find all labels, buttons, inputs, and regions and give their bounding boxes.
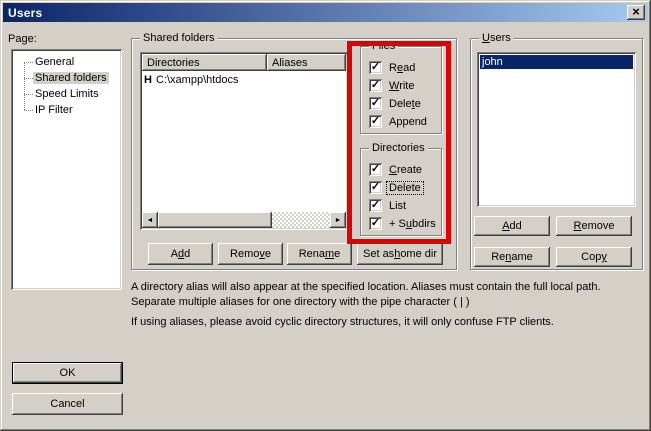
tree-item-label: IP Filter bbox=[33, 104, 75, 116]
alias-notes: A directory alias will also appear at th… bbox=[131, 280, 647, 330]
option-read: ✓ Read bbox=[369, 61, 437, 74]
users-legend: Users bbox=[479, 32, 514, 44]
create-label: Create bbox=[387, 164, 424, 176]
tree-branch-line bbox=[24, 110, 33, 111]
directories-legend: Directories bbox=[369, 142, 428, 154]
arrow-left-icon: ◄ bbox=[147, 217, 154, 224]
list-label: List bbox=[387, 200, 408, 212]
users-dialog: Users × Page: General Shared folders Spe… bbox=[0, 0, 651, 431]
user-copy-button[interactable]: Copy bbox=[556, 247, 632, 267]
tree-item-label: Shared folders bbox=[33, 72, 109, 84]
tree-item-label: Speed Limits bbox=[33, 88, 101, 100]
delete-file-checkbox[interactable]: ✓ bbox=[369, 97, 382, 110]
option-write: ✓ Write bbox=[369, 79, 437, 92]
option-append: ✓ Append bbox=[369, 115, 437, 128]
shared-add-button[interactable]: Add bbox=[148, 243, 213, 265]
append-checkbox[interactable]: ✓ bbox=[369, 115, 382, 128]
alias-note-1: A directory alias will also appear at th… bbox=[131, 280, 647, 310]
read-checkbox[interactable]: ✓ bbox=[369, 61, 382, 74]
tree-branch-line bbox=[24, 62, 33, 63]
users-list: john bbox=[477, 52, 636, 207]
delete-dir-checkbox[interactable]: ✓ bbox=[369, 181, 382, 194]
append-label: Append bbox=[387, 116, 429, 128]
tree-branch-line bbox=[24, 78, 33, 79]
page-tree: General Shared folders Speed Limits IP F… bbox=[11, 49, 122, 290]
check-icon: ✓ bbox=[371, 116, 380, 127]
option-subdirs: ✓ + Subdirs bbox=[369, 217, 437, 230]
option-list: ✓ List bbox=[369, 199, 437, 212]
check-icon: ✓ bbox=[371, 80, 380, 91]
read-label: Read bbox=[387, 62, 417, 74]
tree-item-shared-folders[interactable]: Shared folders bbox=[11, 70, 122, 86]
directory-path: C:\xampp\htdocs bbox=[156, 74, 239, 86]
home-flag: H bbox=[144, 74, 156, 86]
shared-remove-button[interactable]: Remove bbox=[218, 243, 283, 265]
scroll-left-button[interactable]: ◄ bbox=[142, 212, 158, 228]
tree-branch-line bbox=[24, 94, 33, 95]
subdirs-checkbox[interactable]: ✓ bbox=[369, 217, 382, 230]
create-checkbox[interactable]: ✓ bbox=[369, 163, 382, 176]
directories-list: Directories Aliases H C:\xampp\htdocs ◄ … bbox=[140, 52, 348, 230]
shared-folders-legend: Shared folders bbox=[140, 32, 218, 44]
files-group: Files ✓ Read ✓ Write ✓ Delete ✓ Append bbox=[360, 46, 442, 134]
horizontal-scrollbar[interactable]: ◄ ► bbox=[142, 212, 346, 228]
window-title: Users bbox=[8, 6, 42, 20]
close-icon: × bbox=[632, 5, 640, 18]
set-as-home-dir-button[interactable]: Set as home dir bbox=[357, 243, 443, 265]
tree-item-speed-limits[interactable]: Speed Limits bbox=[11, 86, 122, 102]
user-add-button[interactable]: Add bbox=[474, 216, 550, 236]
scroll-right-button[interactable]: ► bbox=[330, 212, 346, 228]
column-header-directories[interactable]: Directories bbox=[142, 54, 267, 71]
user-rename-button[interactable]: Rename bbox=[474, 247, 550, 267]
option-create: ✓ Create bbox=[369, 163, 437, 176]
check-icon: ✓ bbox=[371, 182, 380, 193]
directories-list-header: Directories Aliases bbox=[142, 54, 346, 71]
delete-dir-label: Delete bbox=[387, 182, 423, 194]
user-list-item[interactable]: john bbox=[480, 55, 633, 69]
scrollbar-thumb[interactable] bbox=[158, 212, 272, 228]
cancel-button[interactable]: Cancel bbox=[12, 393, 123, 415]
directories-group: Directories ✓ Create ✓ Delete ✓ List ✓ +… bbox=[360, 148, 442, 236]
alias-note-2: If using aliases, please avoid cyclic di… bbox=[131, 315, 647, 330]
arrow-right-icon: ► bbox=[335, 217, 342, 224]
write-label: Write bbox=[387, 80, 416, 92]
option-delete-dir: ✓ Delete bbox=[369, 181, 437, 194]
check-icon: ✓ bbox=[371, 218, 380, 229]
close-button[interactable]: × bbox=[627, 5, 645, 20]
subdirs-label: + Subdirs bbox=[387, 218, 438, 230]
column-header-aliases[interactable]: Aliases bbox=[267, 54, 346, 71]
check-icon: ✓ bbox=[371, 62, 380, 73]
shared-rename-button[interactable]: Rename bbox=[287, 243, 352, 265]
tree-item-label: General bbox=[33, 56, 76, 68]
ok-button[interactable]: OK bbox=[12, 362, 123, 384]
directory-row[interactable]: H C:\xampp\htdocs bbox=[144, 73, 344, 87]
page-label: Page: bbox=[8, 33, 37, 45]
tree-item-general[interactable]: General bbox=[11, 54, 122, 70]
files-legend: Files bbox=[369, 40, 398, 52]
delete-file-label: Delete bbox=[387, 98, 423, 110]
check-icon: ✓ bbox=[371, 200, 380, 211]
list-checkbox[interactable]: ✓ bbox=[369, 199, 382, 212]
user-remove-button[interactable]: Remove bbox=[556, 216, 632, 236]
option-delete-file: ✓ Delete bbox=[369, 97, 437, 110]
write-checkbox[interactable]: ✓ bbox=[369, 79, 382, 92]
tree-item-ip-filter[interactable]: IP Filter bbox=[11, 102, 122, 118]
title-bar[interactable]: Users bbox=[3, 3, 648, 22]
user-name: john bbox=[482, 56, 503, 68]
check-icon: ✓ bbox=[371, 98, 380, 109]
check-icon: ✓ bbox=[371, 164, 380, 175]
